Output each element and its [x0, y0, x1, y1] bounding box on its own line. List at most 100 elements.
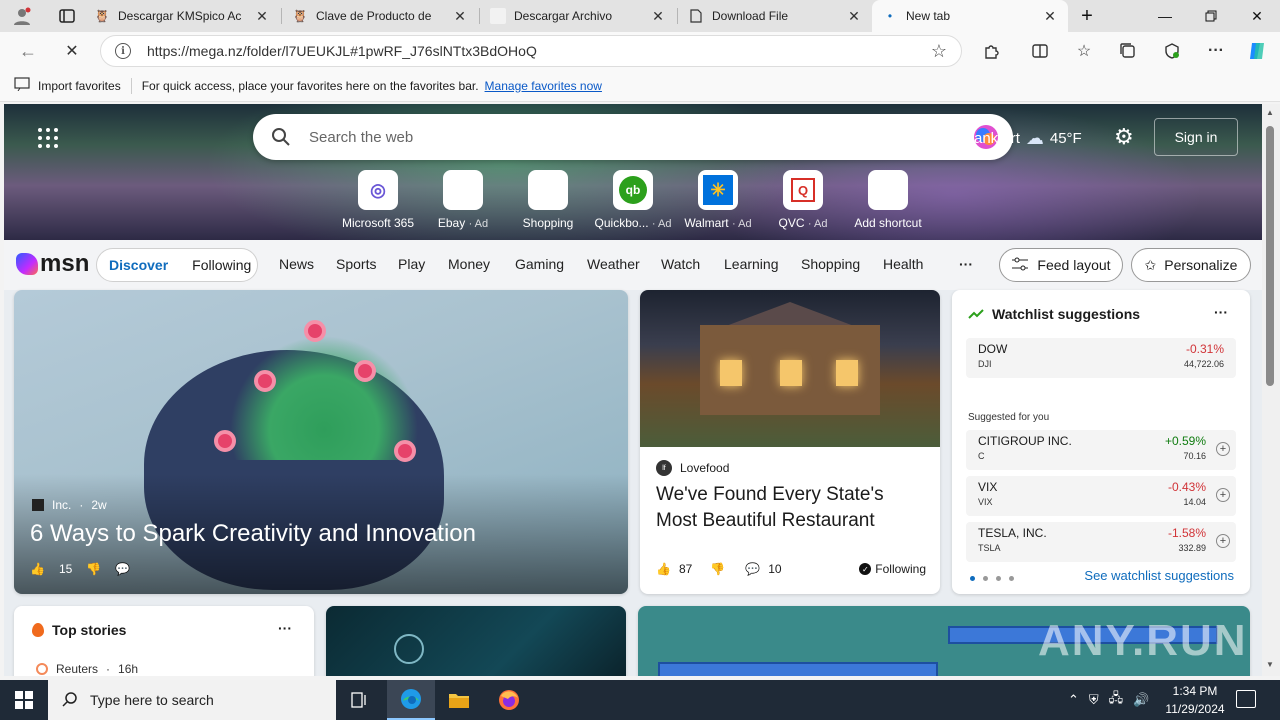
- tab-close-icon[interactable]: ✕: [846, 8, 862, 25]
- watchlist-more-button[interactable]: ···: [1214, 304, 1228, 320]
- tab-close-icon[interactable]: ✕: [254, 8, 270, 25]
- sign-in-button[interactable]: Sign in: [1154, 118, 1238, 156]
- thumbs-up-icon[interactable]: 👍: [30, 562, 45, 576]
- stop-button[interactable]: ✕: [58, 37, 86, 65]
- page-scrollbar[interactable]: ▲ ▼: [1262, 104, 1280, 676]
- back-button[interactable]: ←: [14, 37, 42, 65]
- import-favorites-button[interactable]: Import favorites: [38, 79, 121, 93]
- favorite-star-icon[interactable]: ☆: [931, 41, 947, 62]
- notification-center-icon[interactable]: [1236, 690, 1256, 708]
- new-tab-button[interactable]: +: [1064, 0, 1110, 32]
- cybersecurity-story-card[interactable]: [326, 606, 626, 676]
- start-button[interactable]: [0, 680, 48, 720]
- personalize-button[interactable]: ✩ Personalize: [1131, 248, 1251, 282]
- shortcut-microsoft-365[interactable]: ◎ Microsoft 365: [338, 170, 418, 230]
- nav-news[interactable]: News: [279, 256, 314, 272]
- tab-close-icon[interactable]: ✕: [650, 8, 666, 25]
- browser-essentials-icon[interactable]: [1160, 39, 1184, 63]
- edge-browser-icon[interactable]: [387, 680, 435, 720]
- volume-icon[interactable]: 🔊: [1133, 692, 1149, 708]
- tab-4-active[interactable]: • New tab ✕: [872, 0, 1068, 32]
- taskbar-clock[interactable]: 1:34 PM 11/29/2024: [1162, 682, 1228, 718]
- top-stories-more-button[interactable]: ···: [278, 620, 292, 636]
- nav-shopping[interactable]: Shopping: [801, 256, 860, 272]
- nav-watch[interactable]: Watch: [661, 256, 700, 272]
- comment-icon[interactable]: 💬: [745, 562, 760, 576]
- page-settings-gear-icon[interactable]: ⚙: [1114, 124, 1134, 150]
- copilot-icon[interactable]: [1246, 39, 1270, 63]
- shortcut-qvc[interactable]: Q QVC · Ad: [763, 170, 843, 230]
- add-to-watchlist-icon[interactable]: +: [1216, 442, 1230, 456]
- close-window-button[interactable]: ✕: [1234, 0, 1280, 32]
- following-indicator[interactable]: ✓ Following: [859, 562, 926, 576]
- firefox-icon[interactable]: [485, 680, 533, 720]
- stock-row-dow[interactable]: DOW -0.31% DJI 44,722.06: [966, 338, 1236, 378]
- task-view-icon[interactable]: [336, 680, 384, 720]
- network-icon[interactable]: 🖧: [1109, 689, 1124, 711]
- site-info-icon[interactable]: i: [115, 43, 131, 59]
- toolbar: ← ✕ i https://mega.nz/folder/l7UEUKJL#1p…: [0, 32, 1280, 70]
- tab-discover[interactable]: Discover: [109, 257, 168, 273]
- tab-title: New tab: [906, 9, 951, 23]
- nav-health[interactable]: Health: [883, 256, 923, 272]
- stock-row-vix[interactable]: VIX -0.43% VIX 14.04 +: [966, 476, 1236, 516]
- thumbs-down-icon[interactable]: 👎: [86, 562, 101, 576]
- add-to-watchlist-icon[interactable]: +: [1216, 488, 1230, 502]
- split-screen-icon[interactable]: [1028, 39, 1052, 63]
- shield-icon[interactable]: ⛨: [1089, 692, 1099, 708]
- story-headline[interactable]: We've Found Every State's Most Beautiful…: [656, 482, 926, 534]
- tab-close-icon[interactable]: ✕: [1042, 8, 1058, 25]
- restaurant-story-card[interactable]: lf Lovefood We've Found Every State's Mo…: [640, 290, 940, 594]
- carousel-pager[interactable]: [970, 576, 1014, 581]
- scroll-down-icon[interactable]: ▼: [1266, 660, 1274, 669]
- feed-layout-button[interactable]: Feed layout: [999, 248, 1123, 282]
- taskbar-search[interactable]: Type here to search: [48, 680, 336, 720]
- add-to-watchlist-icon[interactable]: +: [1216, 534, 1230, 548]
- nav-money[interactable]: Money: [448, 256, 490, 272]
- weather-widget[interactable]: ankfurt ☁ 45°F: [974, 128, 1082, 149]
- shortcut-quickbooks[interactable]: qb Quickbo... · Ad: [593, 170, 673, 230]
- nav-sports[interactable]: Sports: [336, 256, 376, 272]
- story-headline[interactable]: 6 Ways to Spark Creativity and Innovatio…: [30, 520, 476, 548]
- file-explorer-icon[interactable]: [435, 680, 483, 720]
- featured-story-card[interactable]: Inc. · 2w 6 Ways to Spark Creativity and…: [14, 290, 628, 594]
- restore-button[interactable]: [1188, 0, 1234, 32]
- nav-more-button[interactable]: ···: [959, 256, 973, 272]
- manage-favorites-link[interactable]: Manage favorites now: [485, 79, 602, 93]
- msn-logo[interactable]: msn: [16, 250, 89, 278]
- collections-icon[interactable]: [1116, 39, 1140, 63]
- stock-row-citigroup[interactable]: CITIGROUP INC. +0.59% C 70.16 +: [966, 430, 1236, 470]
- thumbs-up-icon[interactable]: 👍: [656, 562, 671, 576]
- tab-2[interactable]: Descargar Archivo ✕: [480, 0, 676, 32]
- minimize-button[interactable]: —: [1142, 0, 1188, 32]
- nav-gaming[interactable]: Gaming: [515, 256, 564, 272]
- stock-row-tesla[interactable]: TESLA, INC. -1.58% TSLA 332.89 +: [966, 522, 1236, 562]
- tab-0[interactable]: 🦉 Descargar KMSpico Ac ✕: [84, 0, 280, 32]
- reuters-logo-icon: [36, 663, 48, 675]
- tab-close-icon[interactable]: ✕: [452, 8, 468, 25]
- thumbs-down-icon[interactable]: 👎: [710, 562, 725, 576]
- video-story-card[interactable]: ANY.RUN: [638, 606, 1250, 676]
- tab-following[interactable]: Following: [192, 257, 251, 273]
- add-shortcut-button[interactable]: + Add shortcut: [848, 170, 928, 230]
- settings-more-icon[interactable]: ···: [1204, 39, 1228, 63]
- favorites-icon[interactable]: ☆: [1072, 39, 1096, 63]
- see-watchlist-link[interactable]: See watchlist suggestions: [1084, 568, 1234, 583]
- address-bar[interactable]: i https://mega.nz/folder/l7UEUKJL#1pwRF_…: [100, 35, 962, 67]
- profile-avatar[interactable]: [0, 0, 44, 32]
- chevron-up-icon[interactable]: ⌃: [1068, 692, 1079, 708]
- comment-icon[interactable]: 💬: [115, 562, 130, 576]
- tab-3[interactable]: Download File ✕: [678, 0, 872, 32]
- nav-weather[interactable]: Weather: [587, 256, 640, 272]
- tab-1[interactable]: 🦉 Clave de Producto de ✕: [282, 0, 478, 32]
- app-launcher-icon[interactable]: [38, 128, 58, 148]
- shortcut-ebay[interactable]: 🛍 Ebay · Ad: [423, 170, 503, 230]
- shortcut-walmart[interactable]: ✳ Walmart · Ad: [678, 170, 758, 230]
- extensions-icon[interactable]: [980, 39, 1004, 63]
- shortcut-shopping[interactable]: 🏷 Shopping: [508, 170, 588, 230]
- web-search-box[interactable]: Search the web: [253, 114, 1013, 160]
- scroll-thumb[interactable]: [1266, 126, 1274, 386]
- nav-learning[interactable]: Learning: [724, 256, 779, 272]
- scroll-up-icon[interactable]: ▲: [1266, 108, 1274, 117]
- nav-play[interactable]: Play: [398, 256, 425, 272]
